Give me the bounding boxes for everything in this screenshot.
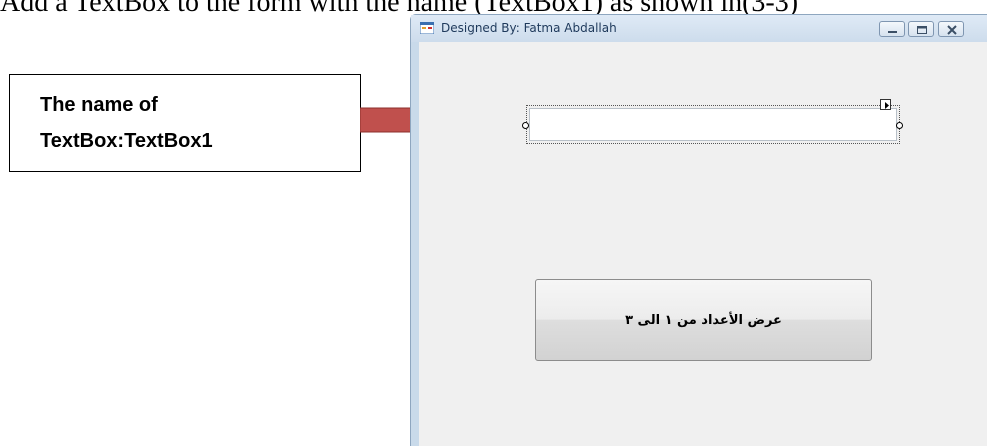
show-numbers-button[interactable]: عرض الأعداد من ١ الى ٣ — [535, 279, 872, 361]
form-client-area: عرض الأعداد من ١ الى ٣ — [419, 42, 987, 446]
textbox1-input[interactable] — [529, 108, 897, 141]
smart-tag-arrow-icon — [885, 102, 889, 109]
callout-line-1: The name of — [40, 94, 158, 116]
document-page: Add a TextBox to the form with the name … — [0, 0, 987, 446]
resize-handle-left[interactable] — [522, 122, 529, 129]
close-icon — [947, 25, 957, 35]
form-window: Designed By: Fatma Abdallah عرض الأعداد … — [410, 14, 987, 446]
window-titlebar[interactable]: Designed By: Fatma Abdallah — [411, 15, 987, 42]
callout-box: The name of TextBox:TextBox1 — [9, 74, 361, 172]
close-button[interactable] — [938, 21, 964, 37]
maximize-icon — [917, 26, 927, 34]
minimize-button[interactable] — [879, 21, 905, 37]
minimize-icon — [888, 31, 897, 33]
callout-line-2: TextBox:TextBox1 — [40, 130, 213, 152]
form-app-icon — [420, 22, 434, 34]
window-title: Designed By: Fatma Abdallah — [441, 21, 617, 35]
smart-tag-button[interactable] — [880, 99, 891, 110]
resize-handle-right[interactable] — [896, 122, 903, 129]
maximize-button[interactable] — [908, 21, 934, 37]
